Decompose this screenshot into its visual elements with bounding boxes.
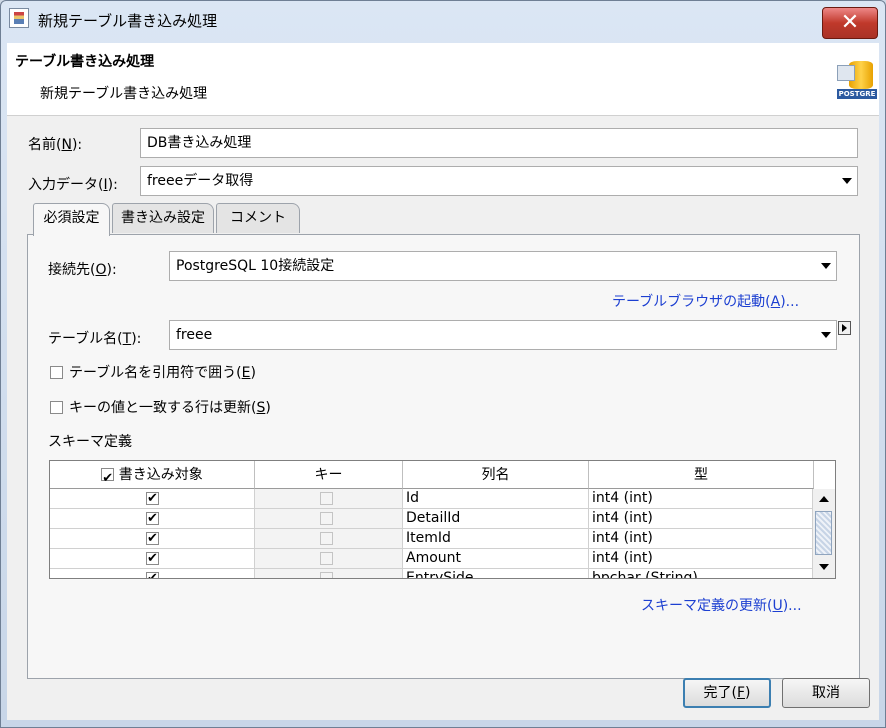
close-button[interactable]: ✕: [822, 7, 878, 39]
schema-update-link[interactable]: スキーマ定義の更新(U)...: [641, 595, 802, 615]
cancel-button[interactable]: 取消: [782, 678, 870, 708]
connection-label: 接続先(O):: [48, 262, 117, 278]
column-name-cell[interactable]: EntrySide: [403, 569, 589, 578]
name-label: 名前(N):: [28, 137, 83, 153]
column-type-cell[interactable]: int4 (int): [589, 509, 813, 529]
select-all-checkbox[interactable]: [101, 465, 115, 493]
chevron-down-icon[interactable]: [816, 252, 836, 280]
write-target-checkbox[interactable]: [146, 569, 159, 578]
chevron-down-icon[interactable]: [816, 321, 836, 349]
tab-required[interactable]: 必須設定: [33, 203, 110, 236]
target-cell[interactable]: [50, 569, 255, 578]
tab-write-settings[interactable]: 書き込み設定: [112, 203, 214, 233]
app-icon: [9, 8, 29, 28]
write-target-checkbox[interactable]: [146, 529, 159, 548]
target-cell[interactable]: [50, 509, 255, 529]
table-name-combo[interactable]: freee: [169, 320, 837, 350]
table-row[interactable]: Amountint4 (int): [50, 549, 813, 569]
dialog-header: テーブル書き込み処理 新規テーブル書き込み処理 POSTGRE: [7, 43, 879, 115]
title-bar: 新規テーブル書き込み処理 ✕: [0, 0, 886, 42]
finish-button[interactable]: 完了(F): [683, 678, 771, 708]
column-header-target[interactable]: 書き込み対象: [50, 461, 255, 493]
dialog-client: テーブル書き込み処理 新規テーブル書き込み処理 POSTGRE 名前(N): D…: [7, 43, 879, 720]
column-type-cell[interactable]: int4 (int): [589, 549, 813, 569]
schema-table: 書き込み対象 キー 列名 型 Idint4 (int)DetailIdint4 …: [49, 460, 836, 579]
postgres-badge: POSTGRE: [837, 89, 877, 99]
table-row[interactable]: ItemIdint4 (int): [50, 529, 813, 549]
input-data-value: freeeデータ取得: [147, 173, 254, 189]
header-subtitle: 新規テーブル書き込み処理: [40, 86, 208, 102]
target-cell[interactable]: [50, 549, 255, 569]
write-target-checkbox[interactable]: [146, 549, 159, 568]
key-cell: [255, 569, 403, 578]
input-data-label: 入力データ(I):: [28, 177, 118, 193]
update-matching-rows-label: キーの値と一致する行は更新(S): [69, 400, 271, 416]
table-row[interactable]: DetailIdint4 (int): [50, 509, 813, 529]
key-checkbox: [320, 512, 333, 525]
column-header-type[interactable]: 型: [589, 461, 814, 489]
key-cell: [255, 549, 403, 569]
column-header-target-label: 書き込み対象: [118, 467, 203, 483]
scroll-up-icon[interactable]: [815, 491, 832, 507]
connection-select[interactable]: PostgreSQL 10接続設定: [169, 251, 837, 281]
column-name-cell[interactable]: Amount: [403, 549, 589, 569]
update-matching-rows-checkbox[interactable]: [50, 401, 63, 414]
key-cell: [255, 529, 403, 549]
column-type-cell[interactable]: int4 (int): [589, 489, 813, 509]
key-checkbox: [320, 572, 333, 578]
key-checkbox: [320, 532, 333, 545]
column-name-cell[interactable]: Id: [403, 489, 589, 509]
table-name-value: freee: [176, 327, 213, 343]
play-arrow-icon[interactable]: [838, 321, 851, 335]
window-title: 新規テーブル書き込み処理: [38, 12, 218, 30]
quote-table-name-label: テーブル名を引用符で囲う(E): [69, 365, 256, 381]
tab-comment[interactable]: コメント: [216, 203, 300, 233]
column-type-cell[interactable]: int4 (int): [589, 529, 813, 549]
scroll-down-icon[interactable]: [815, 559, 832, 575]
table-row[interactable]: Idint4 (int): [50, 489, 813, 509]
key-cell: [255, 489, 403, 509]
target-cell[interactable]: [50, 489, 255, 509]
key-checkbox: [320, 492, 333, 505]
vertical-scrollbar[interactable]: [812, 489, 835, 578]
table-grid-icon: [837, 65, 855, 81]
quote-table-name-checkbox[interactable]: [50, 366, 63, 379]
key-checkbox: [320, 552, 333, 565]
table-row[interactable]: EntrySidebpchar (String): [50, 569, 813, 578]
table-name-label: テーブル名(T):: [48, 331, 142, 347]
column-header-name[interactable]: 列名: [403, 461, 589, 489]
connection-value: PostgreSQL 10接続設定: [176, 258, 335, 274]
schema-label: スキーマ定義: [48, 434, 132, 450]
postgres-icon: POSTGRE: [837, 59, 877, 99]
table-browser-link[interactable]: テーブルブラウザの起動(A)...: [612, 291, 799, 311]
scroll-thumb[interactable]: [815, 511, 832, 555]
column-type-cell[interactable]: bpchar (String): [589, 569, 813, 578]
column-header-key[interactable]: キー: [255, 461, 403, 489]
write-target-checkbox[interactable]: [146, 489, 159, 508]
name-field[interactable]: DB書き込み処理: [140, 128, 858, 158]
target-cell[interactable]: [50, 529, 255, 549]
header-divider: [7, 115, 879, 116]
chevron-down-icon[interactable]: [837, 167, 857, 195]
required-settings-panel: 接続先(O): PostgreSQL 10接続設定 テーブルブラウザの起動(A)…: [27, 234, 860, 679]
write-target-checkbox[interactable]: [146, 509, 159, 528]
column-name-cell[interactable]: DetailId: [403, 509, 589, 529]
column-name-cell[interactable]: ItemId: [403, 529, 589, 549]
key-cell: [255, 509, 403, 529]
input-data-select[interactable]: freeeデータ取得: [140, 166, 858, 196]
header-title: テーブル書き込み処理: [15, 54, 155, 70]
